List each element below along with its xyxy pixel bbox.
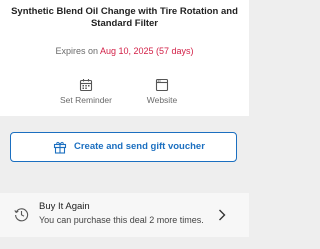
website-button[interactable]: Website: [122, 78, 202, 105]
deal-title: Synthetic Blend Oil Change with Tire Rot…: [11, 6, 238, 29]
buy-again-row[interactable]: Buy It Again You can purchase this deal …: [0, 193, 249, 237]
set-reminder-label: Set Reminder: [60, 95, 112, 105]
create-gift-voucher-button[interactable]: Create and send gift voucher: [10, 132, 237, 162]
page-background-bottom: [0, 237, 249, 249]
clock-icon: [14, 208, 29, 222]
gift-voucher-label: Create and send gift voucher: [74, 141, 205, 152]
set-reminder-button[interactable]: Set Reminder: [46, 78, 126, 105]
buy-again-title: Buy It Again: [39, 201, 90, 212]
expiry-date: Aug 10, 2025 (57 days): [99, 46, 194, 56]
deal-card: Synthetic Blend Oil Change with Tire Rot…: [0, 0, 249, 116]
expiry-text: Expires on Aug 10, 2025 (57 days): [0, 45, 249, 57]
gift-section: Create and send gift voucher: [0, 116, 249, 187]
website-label: Website: [146, 95, 178, 105]
website-icon: [155, 78, 169, 92]
calendar-icon: [79, 79, 93, 92]
chevron-right-icon: [219, 209, 226, 221]
gift-icon: [53, 141, 67, 154]
expiry-prefix: Expires on: [55, 46, 100, 56]
buy-again-subtitle: You can purchase this deal 2 more times.: [39, 215, 204, 225]
